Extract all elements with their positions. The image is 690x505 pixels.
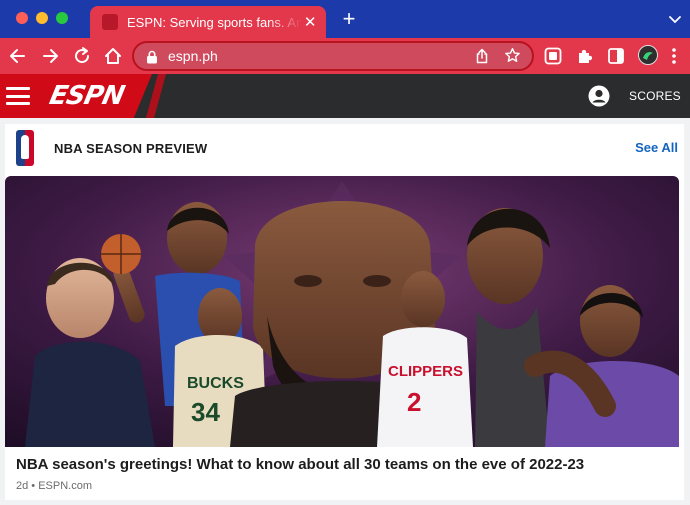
espn-favicon-icon bbox=[102, 14, 118, 30]
back-arrow-icon[interactable] bbox=[8, 46, 28, 66]
forward-arrow-icon[interactable] bbox=[40, 46, 60, 66]
url-text[interactable]: espn.ph bbox=[168, 48, 218, 64]
nba-preview-card: NBA SEASON PREVIEW See All BUCKS 34 CLIP… bbox=[5, 124, 684, 500]
maximize-window-button[interactable] bbox=[56, 12, 68, 24]
browser-toolbar: espn.ph bbox=[0, 38, 690, 74]
user-account-icon[interactable] bbox=[588, 85, 610, 107]
bookmark-star-icon[interactable] bbox=[504, 47, 521, 64]
new-tab-button[interactable]: + bbox=[338, 8, 360, 30]
clippers-jersey-text: CLIPPERS bbox=[388, 363, 463, 380]
browser-tab-strip: ESPN: Serving sports fans. Anytime. Anyw… bbox=[0, 0, 690, 38]
section-title: NBA SEASON PREVIEW bbox=[54, 141, 208, 156]
jersey-number-34: 34 bbox=[191, 397, 220, 427]
profile-avatar-icon[interactable] bbox=[638, 45, 658, 65]
scores-link[interactable]: SCORES bbox=[629, 89, 681, 103]
active-tab[interactable]: ESPN: Serving sports fans. Anytime. Anyw… bbox=[90, 6, 326, 38]
hamburger-menu-icon[interactable] bbox=[6, 87, 30, 105]
more-options-icon[interactable] bbox=[664, 46, 684, 66]
tab-title: ESPN: Serving sports fans. Anytime. Anyw… bbox=[127, 14, 303, 30]
reload-icon[interactable] bbox=[72, 46, 92, 66]
share-icon[interactable] bbox=[474, 48, 490, 64]
side-panel-icon[interactable] bbox=[606, 46, 626, 66]
espn-logo[interactable]: ESPN bbox=[47, 81, 127, 111]
close-window-button[interactable] bbox=[16, 12, 28, 24]
nba-logo-icon bbox=[16, 130, 34, 166]
extensions-puzzle-icon[interactable] bbox=[575, 46, 595, 66]
chevron-down-icon[interactable] bbox=[668, 12, 682, 26]
screenshot-extension-icon[interactable] bbox=[543, 46, 563, 66]
home-icon[interactable] bbox=[103, 46, 123, 66]
espn-navbar: ESPN SCORES bbox=[0, 74, 690, 118]
jersey-number-2: 2 bbox=[407, 387, 421, 417]
hero-image[interactable]: BUCKS 34 CLIPPERS 2 bbox=[5, 176, 679, 447]
minimize-window-button[interactable] bbox=[36, 12, 48, 24]
article-meta: 2d • ESPN.com bbox=[16, 480, 92, 492]
address-bar[interactable]: espn.ph bbox=[132, 41, 534, 71]
article-headline[interactable]: NBA season's greetings! What to know abo… bbox=[16, 456, 584, 473]
lock-icon[interactable] bbox=[146, 50, 158, 64]
bucks-jersey-text: BUCKS bbox=[187, 375, 244, 392]
page-content: NBA SEASON PREVIEW See All BUCKS 34 CLIP… bbox=[0, 118, 690, 505]
see-all-link[interactable]: See All bbox=[635, 140, 678, 155]
tab-close-icon[interactable]: ✕ bbox=[302, 13, 318, 31]
